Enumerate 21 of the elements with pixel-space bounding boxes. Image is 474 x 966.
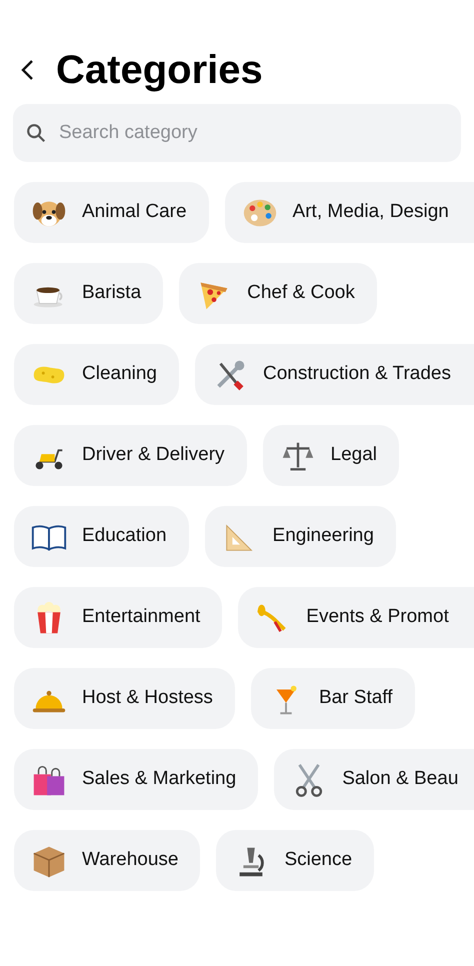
category-chip[interactable]: Animal Care xyxy=(14,182,209,243)
category-chip[interactable]: Host & Hostess xyxy=(14,668,235,729)
category-chip[interactable]: Construction & Trades xyxy=(195,344,474,405)
category-chip[interactable]: Art, Media, Design xyxy=(224,182,474,243)
category-chip[interactable]: Chef & Cook xyxy=(179,263,377,324)
category-chip[interactable]: Entertainment xyxy=(14,587,222,648)
category-chip[interactable]: Warehouse xyxy=(14,830,200,891)
category-chip[interactable]: Sales & Marketing xyxy=(14,749,258,810)
search-field[interactable]: Search category xyxy=(13,104,461,162)
category-chip[interactable]: Driver & Delivery xyxy=(14,425,247,486)
category-chip[interactable]: Cleaning xyxy=(14,344,179,405)
category-chip[interactable]: Salon & Beau xyxy=(274,749,474,810)
category-chip[interactable]: Barista xyxy=(14,263,164,324)
category-chip[interactable]: Education xyxy=(14,506,189,567)
category-chip[interactable]: Events & Promot xyxy=(238,587,474,648)
category-chip[interactable]: Bar Staff xyxy=(250,668,415,729)
category-chip[interactable]: Legal xyxy=(262,425,400,486)
search-icon xyxy=(25,122,47,144)
category-chip[interactable]: Engineering xyxy=(204,506,396,567)
page-title: Categories xyxy=(56,50,263,90)
category-chip[interactable]: Science xyxy=(216,830,374,891)
